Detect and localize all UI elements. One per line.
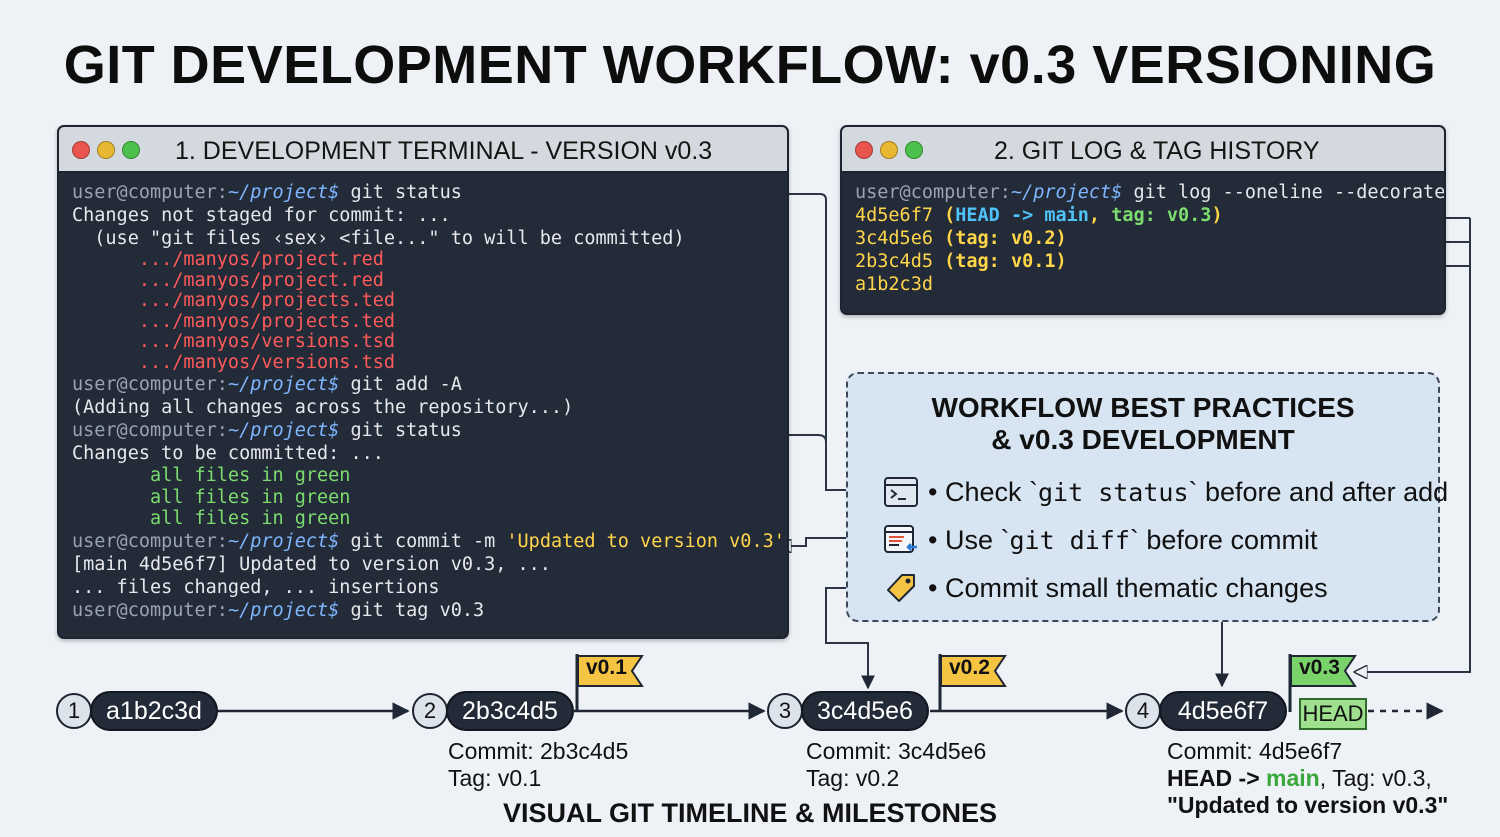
- minimize-icon[interactable]: [97, 141, 115, 159]
- timeline-node-2[interactable]: 2 2b3c4d5: [412, 691, 576, 731]
- terminal-line: Changes not staged for commit: ...: [72, 205, 451, 226]
- gitlog-output[interactable]: user@computer:~/project$ git log --oneli…: [842, 173, 1444, 296]
- minimize-icon[interactable]: [880, 141, 898, 159]
- gitlog-title: 2. GIT LOG & TAG HISTORY: [994, 137, 1320, 165]
- node-number: 3: [767, 693, 803, 729]
- terminal-line: [main 4d5e6f7] Updated to version v0.3, …: [72, 553, 551, 575]
- terminal-line: (use "git files ‹sex› <file..." to will …: [72, 228, 685, 249]
- timeline-node-1[interactable]: 1 a1b2c3d: [56, 691, 220, 731]
- page-title: GIT DEVELOPMENT WORKFLOW: v0.3 VERSIONIN…: [63, 35, 1437, 95]
- red-file-line: .../manyos/versions.tsd: [72, 331, 396, 352]
- terminal-line: user@computer:~/project$ git log --oneli…: [855, 182, 1446, 203]
- close-icon[interactable]: [72, 141, 90, 159]
- red-file-line: .../manyos/projects.ted: [72, 310, 396, 332]
- practice-item-status: • Check `git status` before and after ad…: [928, 477, 1449, 507]
- red-file-line: .../manyos/projects.ted: [72, 290, 396, 311]
- log-line: 2b3c4d5 (tag: v0.1): [855, 251, 1067, 272]
- timeline-node-3[interactable]: 3 3c4d5e6: [767, 691, 931, 731]
- terminal-icon: [884, 477, 918, 507]
- practice-item-small-changes: • Commit small thematic changes: [928, 573, 1328, 603]
- best-practices-panel: WORKFLOW BEST PRACTICES & v0.3 DEVELOPME…: [846, 372, 1448, 622]
- tag-icon: [887, 574, 915, 602]
- node-hash: a1b2c3d: [90, 691, 218, 731]
- gitlog-titlebar: 2. GIT LOG & TAG HISTORY: [842, 127, 1444, 173]
- head-badge: HEAD: [1299, 698, 1367, 730]
- node-number: 4: [1125, 693, 1161, 729]
- terminal-output[interactable]: user@computer:~/project$ git status Chan…: [59, 173, 787, 622]
- log-line: 3c4d5e6 (tag: v0.2): [855, 228, 1067, 249]
- node-hash: 4d5e6f7: [1159, 691, 1287, 731]
- development-terminal-window: 1. DEVELOPMENT TERMINAL - VERSION v0.3 u…: [57, 125, 789, 639]
- maximize-icon[interactable]: [905, 141, 923, 159]
- terminal-titlebar: 1. DEVELOPMENT TERMINAL - VERSION v0.3: [59, 127, 787, 173]
- caption-node-2: Commit: 2b3c4d5 Tag: v0.1: [448, 738, 629, 791]
- close-icon[interactable]: [855, 141, 873, 159]
- flag-v01: v0.1: [572, 652, 644, 716]
- node-hash: 3c4d5e6: [801, 691, 929, 731]
- terminal-line: ... files changed, ... insertions: [72, 576, 440, 598]
- terminal-line: user@computer:~/project$ git tag v0.3: [72, 599, 485, 621]
- timeline-node-4[interactable]: 4 4d5e6f7: [1125, 691, 1289, 731]
- diff-window-icon: [884, 525, 917, 553]
- node-hash: 2b3c4d5: [446, 691, 574, 731]
- practice-item-diff: • Use `git diff` before commit: [928, 525, 1318, 555]
- red-file-line: .../manyos/project.red: [72, 269, 384, 291]
- node-number: 1: [56, 693, 92, 729]
- terminal-line: Changes to be committed: ...: [72, 443, 384, 464]
- green-file-line: all files in green: [72, 486, 351, 508]
- red-file-line: .../manyos/versions.tsd: [72, 351, 396, 373]
- caption-node-3: Commit: 3c4d5e6 Tag: v0.2: [806, 738, 987, 791]
- maximize-icon[interactable]: [122, 141, 140, 159]
- timeline-title: VISUAL GIT TIMELINE & MILESTONES: [502, 798, 998, 828]
- green-file-line: all files in green: [72, 465, 351, 486]
- git-log-window: 2. GIT LOG & TAG HISTORY user@computer:~…: [840, 125, 1446, 315]
- log-line: a1b2c3d: [855, 274, 933, 295]
- node-number: 2: [412, 693, 448, 729]
- terminal-line: (Adding all changes across the repositor…: [72, 397, 574, 418]
- terminal-line: user@computer:~/project$ git commit -m '…: [72, 530, 785, 552]
- terminal-line: user@computer:~/project$ git status: [72, 182, 462, 203]
- terminal-title: 1. DEVELOPMENT TERMINAL - VERSION v0.3: [175, 137, 713, 165]
- red-file-line: .../manyos/project.red: [72, 249, 384, 270]
- terminal-line: user@computer:~/project$ git status: [72, 420, 462, 441]
- terminal-line: user@computer:~/project$ git add -A: [72, 374, 462, 395]
- green-file-line: all files in green: [72, 508, 351, 529]
- flag-v02: v0.2: [935, 652, 1007, 716]
- log-line: 4d5e6f7 (HEAD -> main, tag: v0.3): [855, 205, 1223, 226]
- best-practices-title: WORKFLOW BEST PRACTICES: [931, 392, 1355, 423]
- best-practices-subtitle: & v0.3 DEVELOPMENT: [991, 424, 1295, 455]
